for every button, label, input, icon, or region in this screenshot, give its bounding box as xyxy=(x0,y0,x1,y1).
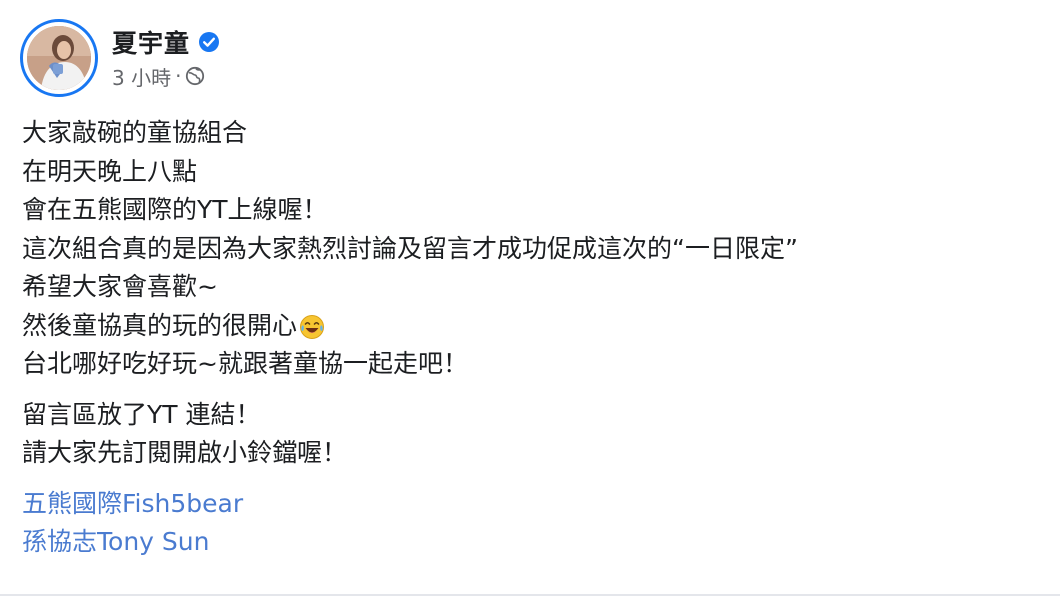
post-line: 大家敲碗的童協組合 xyxy=(22,118,248,147)
post-line-with-emoji: 然後童協真的玩的很開心 xyxy=(22,307,1042,346)
author-row: 夏宇童 xyxy=(112,24,220,60)
post-meta: 夏宇童 3 小時 · xyxy=(112,24,220,92)
post-header: 夏宇童 3 小時 · xyxy=(20,19,220,97)
page-tag-tony-sun[interactable]: 孫協志Tony Sun xyxy=(22,523,209,562)
author-name[interactable]: 夏宇童 xyxy=(112,24,190,60)
avatar-image xyxy=(27,26,91,90)
post-line: 會在五熊國際的YT上線喔！ xyxy=(22,195,328,224)
post-line: 台北哪好吃好玩~就跟著童協一起走吧！ xyxy=(22,349,468,378)
avatar[interactable] xyxy=(27,26,91,90)
separator-dot: · xyxy=(175,64,182,88)
post-timestamp[interactable]: 3 小時 xyxy=(112,62,171,91)
tag-line: 五熊國際Fish5bear xyxy=(22,485,1042,524)
tag-line: 孫協志Tony Sun xyxy=(22,523,1042,562)
avatar-story-ring[interactable] xyxy=(20,19,98,97)
post-body: 大家敲碗的童協組合 在明天晚上八點 會在五熊國際的YT上線喔！ 這次組合真的是因… xyxy=(22,114,1042,562)
post-line: 希望大家會喜歡~ xyxy=(22,272,218,301)
laughing-crying-emoji-icon xyxy=(299,313,325,339)
page-tag-fish5bear[interactable]: 五熊國際Fish5bear xyxy=(22,485,243,524)
globe-icon[interactable] xyxy=(185,66,205,86)
post-line: 留言區放了YT 連結！ xyxy=(22,399,261,429)
facebook-post: 夏宇童 3 小時 · 大家敲碗的童協組合 在明天晚上八點 會在五熊國際的YT上線… xyxy=(0,0,1060,596)
verified-badge-icon xyxy=(198,31,220,53)
timestamp-row: 3 小時 · xyxy=(112,60,220,92)
post-line: 請大家先訂閱開啟小鈴鐺喔！ xyxy=(22,438,348,467)
post-line-text: 然後童協真的玩的很開心 xyxy=(22,310,298,340)
post-line: 在明天晚上八點 xyxy=(22,156,198,186)
post-line: 這次組合真的是因為大家熱烈討論及留言才成功促成這次的“一日限定” xyxy=(22,233,798,263)
